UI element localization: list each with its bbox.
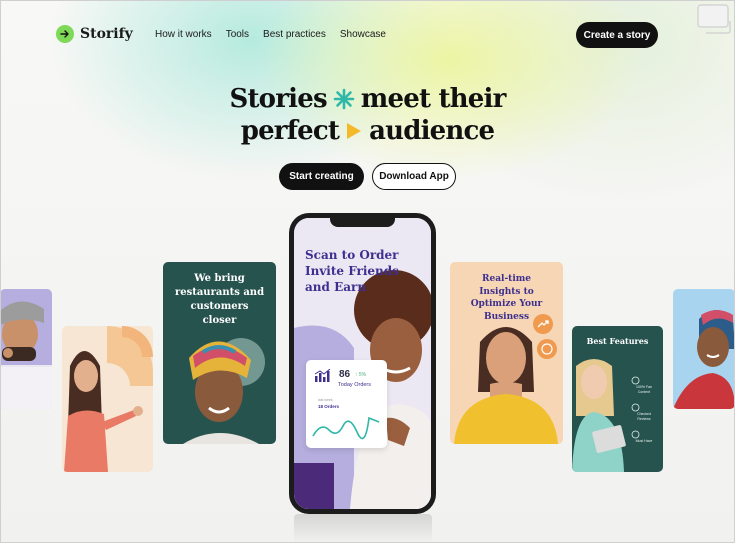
showcase-card-man-left [0, 289, 52, 409]
showcase-card-woman-pointing [62, 326, 153, 472]
dollar-icon[interactable] [537, 339, 557, 359]
showcase-card-insights: Real-time Insights to Optimize Your Busi… [450, 262, 563, 444]
woman-right-photo [673, 310, 735, 409]
logo-arrow-icon [56, 25, 74, 43]
phone-notch [330, 218, 395, 227]
hero-title: Stories meet their perfect audience [0, 83, 735, 147]
orders-stat-card: 86 ↑ 5% Today Orders last week 18 Orders [306, 360, 387, 448]
orders-trend-line [312, 416, 380, 440]
download-app-button[interactable]: Download App [372, 163, 456, 190]
orders-label: Today Orders [338, 382, 372, 388]
logo-text: Storify [80, 26, 133, 42]
phone-screen: Scan to Order Invite Friends and Earn 86… [294, 218, 431, 509]
window-icon [697, 4, 731, 34]
sparkle-icon [333, 88, 355, 110]
check-icon [631, 403, 640, 412]
showcase-card-restaurants: We bring restaurants and customers close… [163, 262, 276, 444]
showcase-card-features: Best Features 100% Fan Content Checked R… [572, 326, 663, 472]
phone-reflection [294, 514, 432, 543]
hero-word-perfect: perfect [240, 116, 340, 146]
features-list: 100% Fan Content Checked Reviews Must Ha… [631, 376, 657, 453]
feature-item-fan-content: 100% Fan Content [631, 376, 657, 394]
start-creating-button[interactable]: Start creating [279, 163, 364, 190]
showcase-card-woman-right [673, 289, 735, 409]
top-nav: Storify How it works Tools Best practice… [56, 22, 658, 48]
logo[interactable]: Storify [56, 25, 133, 43]
hero-words-meet-their: meet their [360, 84, 506, 114]
phone-headline: Scan to Order Invite Friends and Earn [305, 248, 399, 294]
play-triangle-icon [347, 123, 362, 139]
nav-link-best-practices[interactable]: Best practices [263, 29, 326, 40]
nav-link-tools[interactable]: Tools [226, 29, 249, 40]
orders-sub-value: 18 Orders [318, 404, 340, 409]
trend-icon[interactable] [533, 314, 553, 334]
hero-buttons: Start creating Download App [279, 163, 456, 190]
phone-mockup: Scan to Order Invite Friends and Earn 86… [289, 213, 436, 514]
hero-word-stories: Stories [229, 84, 328, 114]
orders-sub-label: last week [318, 398, 333, 402]
woman-headwrap-photo [183, 338, 265, 444]
nav-link-showcase[interactable]: Showcase [340, 29, 386, 40]
orders-change: ↑ 5% [355, 372, 367, 378]
create-story-button[interactable]: Create a story [576, 22, 658, 48]
feature-item-checked-reviews: Checked Reviews [631, 403, 657, 421]
nav-link-how-it-works[interactable]: How it works [155, 29, 212, 40]
chart-icon [314, 369, 331, 382]
feature-item-must-have: Must Have [631, 430, 657, 444]
star-icon [631, 430, 640, 439]
woman-pointing-photo [64, 326, 153, 472]
clock-icon [631, 376, 640, 385]
man-photo [0, 301, 52, 409]
nav-links: How it works Tools Best practices Showca… [155, 29, 386, 40]
hero-word-audience: audience [369, 116, 495, 146]
orders-count: 86 [339, 369, 351, 380]
